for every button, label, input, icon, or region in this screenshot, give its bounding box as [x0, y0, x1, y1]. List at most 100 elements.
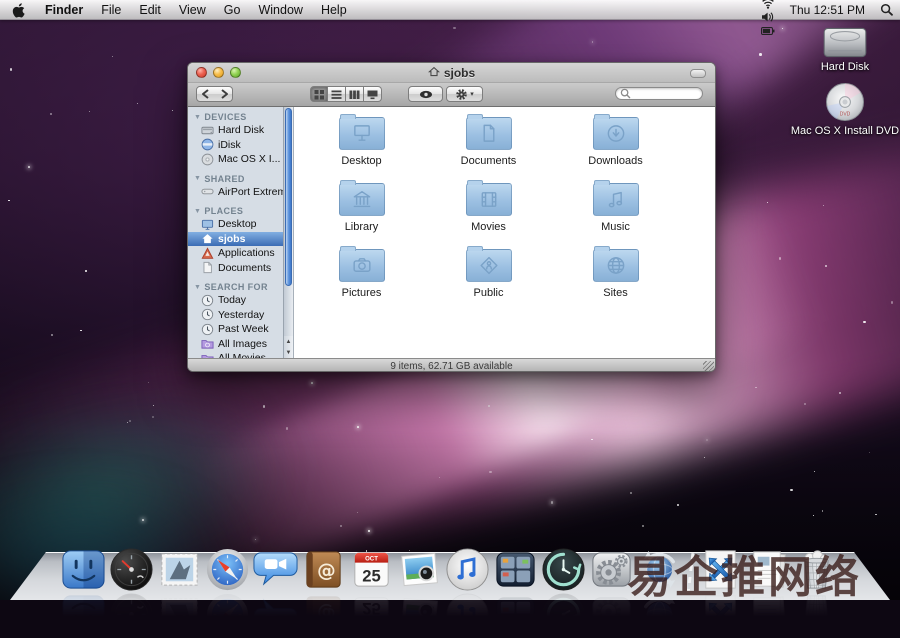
menu-go[interactable]: Go [215, 3, 250, 17]
dock-ichat-icon[interactable] [252, 546, 299, 593]
sidebar-section-devices[interactable]: ▼DEVICES [188, 111, 283, 123]
movie-folder-icon [466, 183, 512, 216]
sidebar-item-idisk[interactable]: iDisk [188, 138, 283, 153]
sidebar: ▼DEVICESHard DiskiDiskMac OS X I...⏏ ▼SHA… [188, 107, 284, 358]
column-view-button[interactable] [346, 86, 364, 102]
folder-label: Public [474, 287, 504, 299]
spotlight-icon[interactable] [873, 3, 900, 16]
sidebar-item-sjobs[interactable]: sjobs [188, 232, 283, 247]
icon-view-button[interactable] [310, 86, 328, 102]
folder-documents[interactable]: Documents [425, 117, 552, 183]
window-titlebar[interactable]: sjobs [188, 63, 715, 83]
dock-spaces-icon[interactable] [492, 546, 539, 593]
wifi-icon[interactable] [754, 0, 782, 10]
menu-window[interactable]: Window [249, 3, 311, 17]
scrollbar-thumb[interactable] [285, 108, 292, 286]
battery-icon[interactable] [754, 24, 782, 38]
sidebar-item-yesterday[interactable]: Yesterday [188, 308, 283, 323]
public-folder-icon [466, 249, 512, 282]
folder-label: Music [601, 221, 630, 233]
menu-view[interactable]: View [170, 3, 215, 17]
dock-mail-icon[interactable] [156, 546, 203, 593]
sidebar-item-all-images[interactable]: All Images [188, 337, 283, 352]
dock-documents-stack-icon[interactable] [697, 546, 744, 593]
back-button[interactable] [196, 86, 215, 102]
folder-desktop[interactable]: Desktop [298, 117, 425, 183]
download-folder-icon [593, 117, 639, 150]
folder-grid: Desktop Documents Downloads Library Movi… [294, 107, 715, 358]
dock-downloads-stack-icon[interactable] [745, 546, 792, 593]
desktop-icon-dvd-disc[interactable]: DVD Mac OS X Install DVD [770, 82, 900, 137]
hard-drive-icon [770, 26, 900, 60]
search-field[interactable] [615, 87, 703, 100]
home-icon [428, 65, 440, 80]
folder-label: Pictures [342, 287, 382, 299]
dock-divider [684, 549, 696, 593]
search-input[interactable] [631, 87, 699, 100]
dock-address-book-icon[interactable]: @@ [300, 546, 347, 593]
dock-software-update-icon[interactable] [636, 546, 683, 593]
minimize-button[interactable] [213, 67, 224, 78]
status-text: 9 items, 62.71 GB available [390, 361, 512, 372]
quick-look-button[interactable] [408, 86, 443, 102]
dock-system-preferences-icon[interactable] [588, 546, 635, 593]
menu-file[interactable]: File [92, 3, 130, 17]
folder-label: Movies [471, 221, 506, 233]
dock-trash-icon[interactable] [793, 546, 840, 593]
resize-grip[interactable] [703, 361, 714, 372]
sidebar-item-past-week[interactable]: Past Week [188, 322, 283, 337]
sidebar-section-search-for[interactable]: ▼SEARCH FOR [188, 281, 283, 293]
volume-icon[interactable] [754, 10, 782, 24]
svg-text:OCT: OCT [365, 622, 378, 628]
window-title: sjobs [428, 65, 475, 80]
sidebar-item-today[interactable]: Today [188, 293, 283, 308]
toolbar-toggle-button[interactable] [690, 69, 706, 78]
menu-edit[interactable]: Edit [130, 3, 170, 17]
forward-button[interactable] [214, 86, 233, 102]
dock-finder-icon[interactable] [60, 546, 107, 593]
scrollbar-arrows[interactable]: ▲▼ [284, 336, 293, 358]
zoom-button[interactable] [230, 67, 241, 78]
sidebar-item-airport-extreme[interactable]: AirPort Extreme [188, 185, 283, 200]
sidebar-item-all-movies[interactable]: All Movies [188, 351, 283, 358]
coverflow-view-button[interactable] [364, 86, 382, 102]
desktop-icon-hard-drive[interactable]: Hard Disk [770, 26, 900, 73]
sidebar-scrollbar[interactable]: ▲▼ [284, 107, 294, 358]
sidebar-item-documents[interactable]: Documents [188, 261, 283, 276]
sidebar-item-hard-disk[interactable]: Hard Disk [188, 123, 283, 138]
sidebar-item-applications[interactable]: Applications [188, 246, 283, 261]
folder-movies[interactable]: Movies [425, 183, 552, 249]
menu-help[interactable]: Help [312, 3, 356, 17]
sidebar-section-shared[interactable]: ▼SHARED [188, 173, 283, 185]
dock-time-machine-icon[interactable] [540, 546, 587, 593]
folder-downloads[interactable]: Downloads [552, 117, 679, 183]
folder-public[interactable]: Public [425, 249, 552, 315]
sidebar-item-desktop[interactable]: Desktop [188, 217, 283, 232]
folder-sites[interactable]: Sites [552, 249, 679, 315]
dock-ical-icon[interactable]: OCT25OCT25 [348, 546, 395, 593]
disclosure-triangle-icon[interactable]: ▼ [194, 175, 201, 182]
dock-itunes-icon[interactable] [444, 546, 491, 593]
folder-label: Documents [461, 155, 517, 167]
close-button[interactable] [196, 67, 207, 78]
folder-library[interactable]: Library [298, 183, 425, 249]
disclosure-triangle-icon[interactable]: ▼ [194, 114, 201, 121]
list-view-button[interactable] [328, 86, 346, 102]
menu-finder[interactable]: Finder [36, 3, 92, 17]
dock-safari-icon[interactable] [204, 546, 251, 593]
disclosure-triangle-icon[interactable]: ▼ [194, 284, 201, 291]
svg-text:@: @ [317, 560, 336, 581]
sidebar-section-places[interactable]: ▼PLACES [188, 205, 283, 217]
svg-text:25: 25 [362, 566, 381, 585]
menu-clock[interactable]: Thu 12:51 PM [782, 3, 873, 17]
finder-window: sjobs ▾ ▼DEVICESHard DiskiDiskMac OS X I… [187, 62, 716, 372]
sidebar-item-mac-os-x-i-[interactable]: Mac OS X I...⏏ [188, 152, 283, 167]
menu-bar: FinderFileEditViewGoWindowHelp Thu 12:51… [0, 0, 900, 20]
action-menu-button[interactable]: ▾ [446, 86, 483, 102]
dock-dashboard-icon[interactable] [108, 546, 155, 593]
disclosure-triangle-icon[interactable]: ▼ [194, 208, 201, 215]
dock-iphoto-icon[interactable] [396, 546, 443, 593]
apple-menu-icon[interactable] [0, 2, 36, 18]
folder-music[interactable]: Music [552, 183, 679, 249]
folder-pictures[interactable]: Pictures [298, 249, 425, 315]
